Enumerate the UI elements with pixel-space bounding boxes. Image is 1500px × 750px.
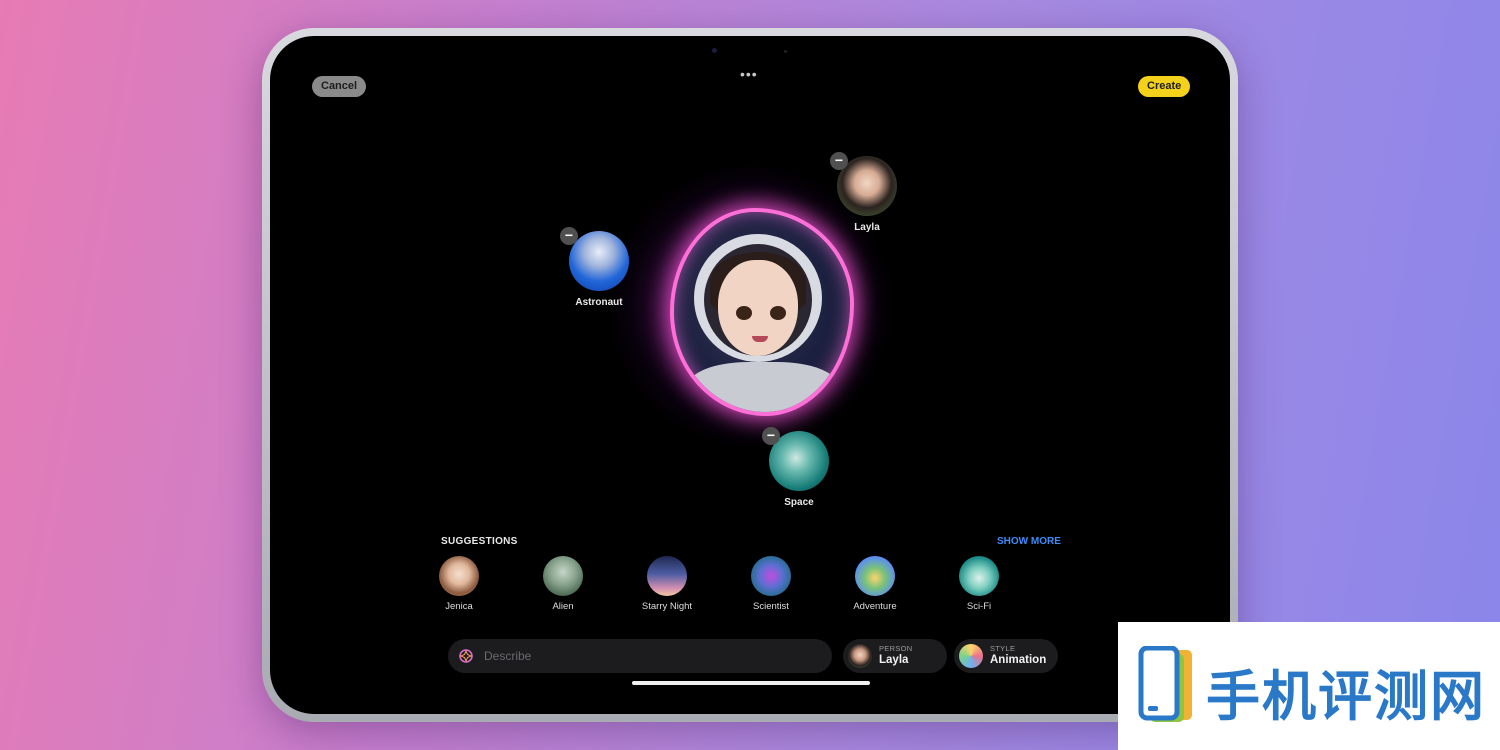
cancel-button[interactable]: Cancel bbox=[312, 76, 367, 97]
style-caption: STYLE bbox=[990, 644, 1016, 653]
person-chip[interactable]: PERSON Layla bbox=[843, 639, 947, 673]
minus-icon[interactable]: − bbox=[830, 152, 848, 170]
phone-logo-icon bbox=[1138, 646, 1192, 722]
watermark-text: 手机评测网 bbox=[1206, 665, 1486, 728]
home-indicator[interactable] bbox=[632, 681, 870, 685]
ambient-sensor bbox=[784, 50, 787, 53]
front-camera bbox=[712, 48, 717, 53]
concept-layla[interactable]: − Layla bbox=[830, 152, 902, 233]
describe-input[interactable]: Describe bbox=[448, 639, 832, 673]
right-eye bbox=[770, 306, 786, 320]
describe-placeholder: Describe bbox=[484, 649, 532, 663]
style-swatch-icon bbox=[959, 644, 983, 668]
left-eye bbox=[736, 306, 752, 320]
ellipsis-icon[interactable]: ••• bbox=[740, 66, 758, 82]
flask-icon bbox=[751, 556, 791, 596]
astronaut-helmet-icon bbox=[569, 231, 629, 291]
person-caption: PERSON bbox=[879, 644, 913, 653]
style-value: Animation bbox=[990, 654, 1047, 666]
concept-label: Space bbox=[784, 497, 814, 508]
person-value: Layla bbox=[879, 654, 909, 666]
person-photo-icon bbox=[439, 556, 479, 596]
concept-label: Astronaut bbox=[575, 297, 623, 308]
suggestion-starry-night[interactable]: Starry Night bbox=[627, 556, 707, 612]
alien-icon bbox=[543, 556, 583, 596]
person-avatar bbox=[848, 644, 872, 668]
suggestion-label: Jenica bbox=[445, 601, 473, 612]
suggestion-label: Sci-Fi bbox=[966, 601, 992, 612]
suggestion-label: Adventure bbox=[853, 601, 897, 612]
create-button[interactable]: Create bbox=[1138, 76, 1191, 97]
suggestion-scientist[interactable]: Scientist bbox=[731, 556, 811, 612]
suggestion-adventure[interactable]: Adventure bbox=[835, 556, 915, 612]
concept-label: Layla bbox=[854, 222, 880, 233]
suggestion-sci-fi[interactable]: Sci-Fi bbox=[939, 556, 1019, 612]
watermark: 手机评测网 bbox=[1118, 622, 1500, 750]
concept-space[interactable]: − Space bbox=[762, 427, 834, 508]
suggestion-label: Starry Night bbox=[641, 601, 693, 612]
ipad-device: ••• Cancel Create − Astronaut − Layla − bbox=[262, 28, 1238, 722]
image-playground-screen: ••• Cancel Create − Astronaut − Layla − bbox=[270, 36, 1230, 714]
astronaut-suit bbox=[688, 362, 838, 412]
suggestion-jenica[interactable]: Jenica bbox=[419, 556, 499, 612]
minus-icon[interactable]: − bbox=[762, 427, 780, 445]
generated-image-preview[interactable] bbox=[674, 212, 850, 412]
night-sky-icon bbox=[647, 556, 687, 596]
ufo-icon bbox=[959, 556, 999, 596]
suggestion-label: Alien bbox=[552, 601, 574, 612]
minus-icon[interactable]: − bbox=[560, 227, 578, 245]
suggestions-row: Jenica Alien Starry Night Scientist Adve… bbox=[439, 556, 1061, 616]
show-more-link[interactable]: SHOW MORE bbox=[997, 536, 1061, 547]
suggestion-label: Scientist bbox=[753, 601, 789, 612]
map-icon bbox=[855, 556, 895, 596]
suggestion-alien[interactable]: Alien bbox=[523, 556, 603, 612]
suggestions-title: SUGGESTIONS bbox=[441, 536, 518, 547]
apple-intelligence-icon bbox=[459, 649, 473, 663]
style-chip[interactable]: STYLE Animation bbox=[954, 639, 1058, 673]
concept-astronaut[interactable]: − Astronaut bbox=[560, 227, 634, 308]
